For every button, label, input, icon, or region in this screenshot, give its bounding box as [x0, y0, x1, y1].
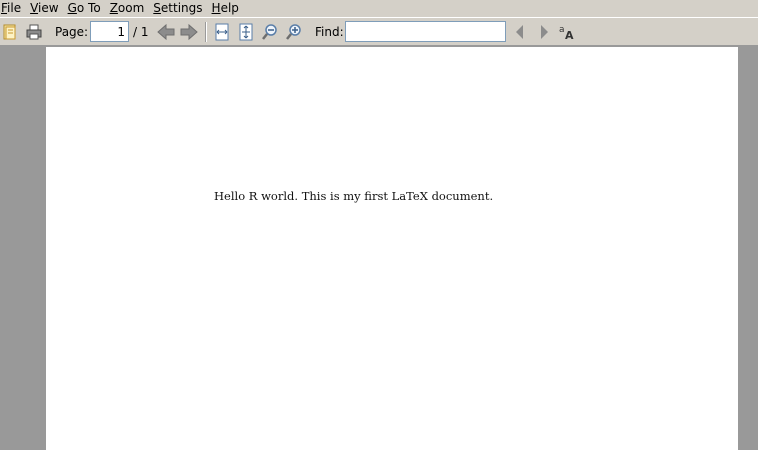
print-icon — [26, 24, 42, 40]
match-case-icon: a A — [559, 25, 574, 41]
find-next-button[interactable] — [535, 18, 553, 46]
menu-file[interactable]: File — [0, 0, 27, 16]
menu-go-to[interactable]: Go To — [66, 0, 107, 16]
open-icon — [3, 24, 16, 40]
fit-page-icon — [239, 23, 253, 41]
document-page: Hello R world. This is my first LaTeX do… — [46, 47, 738, 450]
page-number-input[interactable] — [90, 21, 129, 42]
menu-settings[interactable]: Settings — [151, 0, 208, 16]
pdf-viewer-window: File View Go To Zoom Settings Help Page: — [0, 0, 758, 450]
menu-zoom[interactable]: Zoom — [108, 0, 151, 16]
zoom-in-icon — [286, 24, 301, 40]
previous-page-button[interactable] — [157, 18, 175, 46]
menu-help[interactable]: Help — [210, 0, 245, 16]
find-previous-icon — [516, 25, 523, 39]
page-total: / 1 — [133, 25, 149, 39]
document-text: Hello R world. This is my first LaTeX do… — [214, 189, 494, 203]
find-previous-button[interactable] — [511, 18, 529, 46]
menu-bar: File View Go To Zoom Settings Help — [0, 0, 758, 16]
match-case-button[interactable]: a A — [558, 18, 576, 46]
next-page-icon — [180, 23, 198, 41]
fit-width-button[interactable] — [213, 18, 231, 46]
next-page-button[interactable] — [180, 18, 198, 46]
zoom-out-icon — [262, 24, 277, 40]
previous-page-icon — [157, 23, 175, 41]
zoom-in-button[interactable] — [285, 18, 303, 46]
svg-text:A: A — [565, 29, 574, 41]
open-button[interactable] — [1, 18, 19, 46]
zoom-out-button[interactable] — [261, 18, 279, 46]
svg-text:a: a — [559, 25, 565, 35]
page-label: Page: — [55, 25, 89, 39]
find-input[interactable] — [345, 21, 506, 42]
document-viewport[interactable]: Hello R world. This is my first LaTeX do… — [0, 45, 758, 450]
find-next-icon — [541, 25, 548, 39]
toolbar: Page: / 1 — [0, 17, 758, 45]
toolbar-separator — [205, 22, 207, 42]
menu-view[interactable]: View — [28, 0, 64, 16]
find-label: Find: — [315, 25, 344, 39]
print-button[interactable] — [25, 18, 43, 46]
fit-page-button[interactable] — [237, 18, 255, 46]
fit-width-icon — [215, 23, 229, 41]
